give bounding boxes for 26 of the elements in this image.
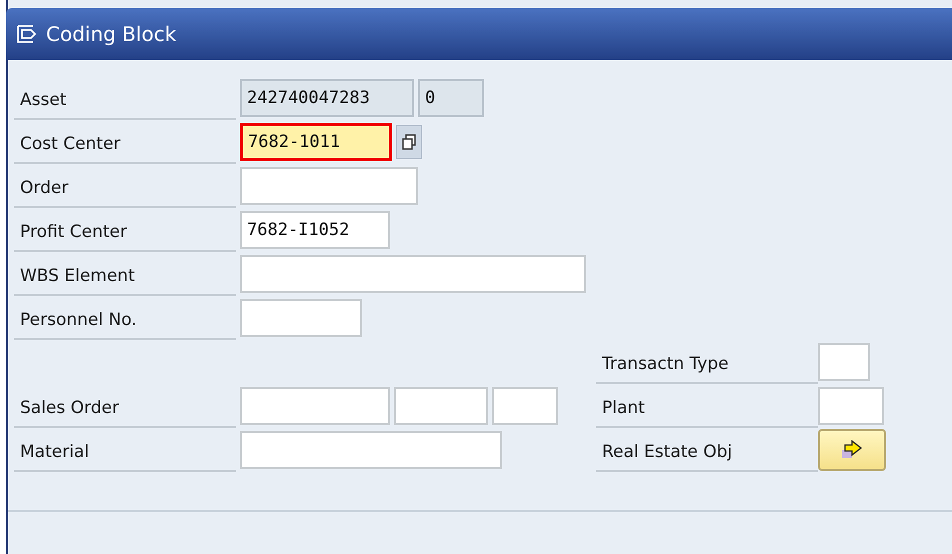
input-field[interactable]: 7682-1011 (240, 123, 392, 161)
readonly-field: 0 (418, 79, 484, 117)
input-field[interactable] (240, 299, 362, 337)
arrow-icon (841, 440, 863, 460)
field-label: WBS Element (14, 252, 236, 296)
input-field[interactable] (240, 431, 502, 469)
field-label: Material (14, 428, 236, 472)
input-field[interactable] (240, 167, 418, 205)
field-label: Sales Order (14, 384, 236, 428)
copy-icon (402, 134, 416, 150)
input-field[interactable] (240, 255, 586, 293)
input-field[interactable] (818, 387, 884, 425)
field-label: Profit Center (14, 208, 236, 252)
input-field[interactable]: 7682-I1052 (240, 211, 390, 249)
input-field[interactable] (240, 387, 390, 425)
navigate-button[interactable] (818, 429, 886, 471)
field-label: Personnel No. (14, 296, 236, 340)
input-field[interactable] (394, 387, 488, 425)
field-label: Cost Center (14, 120, 236, 164)
copy-button[interactable] (396, 125, 422, 159)
field-label: Order (14, 164, 236, 208)
readonly-field: 242740047283 (240, 79, 414, 117)
window-title: Coding Block (46, 22, 176, 46)
field-label: Asset (14, 76, 236, 120)
input-field[interactable] (818, 343, 870, 381)
input-field[interactable] (492, 387, 558, 425)
